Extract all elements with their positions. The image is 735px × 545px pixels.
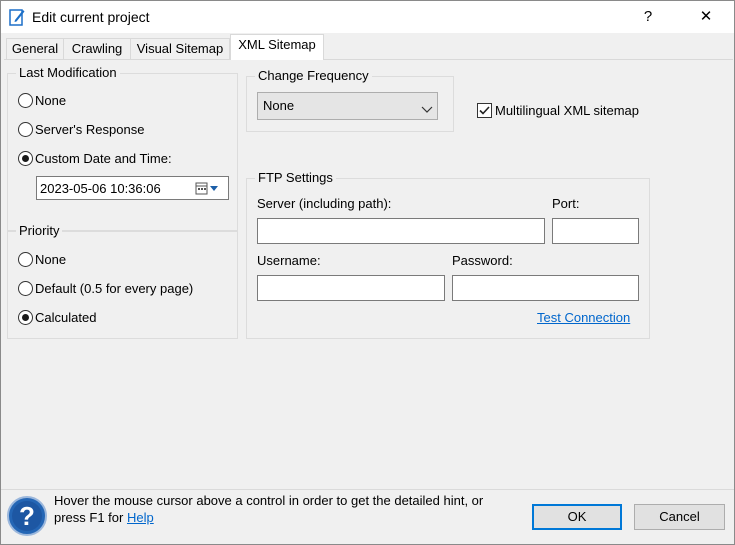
priority-none-radio[interactable]: None	[18, 250, 66, 268]
last-modification-group: Last Modification None Server's Response…	[7, 65, 238, 231]
question-mark-icon: ?	[643, 8, 653, 25]
server-input[interactable]	[257, 218, 545, 244]
ok-label: OK	[567, 509, 587, 524]
priority-default-radio[interactable]: Default (0.5 for every page)	[18, 279, 193, 297]
hint-line-2: press F1 for Help	[54, 510, 154, 525]
tab-crawling[interactable]: Crawling	[63, 38, 131, 59]
edit-icon	[9, 8, 25, 26]
tab-xml-sitemap[interactable]: XML Sitemap	[230, 34, 324, 60]
tab-label: Visual Sitemap	[136, 41, 224, 56]
svg-text:?: ?	[19, 501, 35, 531]
checkbox-box	[477, 102, 492, 118]
radio-label: Server's Response	[35, 121, 145, 137]
priority-calculated-radio[interactable]: Calculated	[18, 308, 96, 326]
lastmod-custom-datetime-radio[interactable]: Custom Date and Time:	[18, 149, 172, 167]
change-frequency-title: Change Frequency	[255, 68, 372, 84]
lastmod-server-response-radio[interactable]: Server's Response	[18, 120, 144, 138]
help-title-button[interactable]: ?	[625, 1, 671, 33]
radio-label: Default (0.5 for every page)	[35, 280, 194, 296]
password-label: Password:	[452, 253, 513, 268]
hint-text-2: press F1 for	[54, 510, 124, 525]
radio-label: Custom Date and Time:	[35, 150, 172, 166]
hint-line-1: Hover the mouse cursor above a control i…	[54, 493, 484, 508]
custom-datetime-picker[interactable]: 2023-05-06 10:36:06	[36, 176, 229, 200]
xml-sitemap-panel: Last Modification None Server's Response…	[4, 59, 733, 489]
help-link[interactable]: Help	[127, 510, 154, 525]
radio-circle	[18, 150, 33, 166]
tab-general[interactable]: General	[6, 38, 64, 59]
radio-circle	[18, 280, 33, 296]
help-question-icon: ?	[6, 495, 48, 537]
tab-visual-sitemap[interactable]: Visual Sitemap	[130, 38, 230, 59]
change-frequency-select[interactable]: None	[257, 92, 438, 120]
ok-button[interactable]: OK	[532, 504, 622, 530]
tab-label: XML Sitemap	[238, 37, 316, 52]
select-value: None	[263, 98, 295, 113]
datetime-value: 2023-05-06 10:36:06	[40, 181, 161, 196]
port-label: Port:	[552, 196, 580, 211]
priority-title: Priority	[16, 223, 63, 239]
username-input[interactable]	[257, 275, 445, 301]
edit-project-dialog: Edit current project ? ✕ General Crawlin…	[0, 0, 735, 545]
username-label: Username:	[257, 253, 321, 268]
test-connection-link[interactable]: Test Connection	[537, 310, 630, 325]
radio-label: None	[35, 251, 67, 267]
multilingual-checkbox[interactable]: Multilingual XML sitemap	[477, 101, 639, 119]
window-title: Edit current project	[32, 9, 150, 25]
cancel-label: Cancel	[659, 509, 700, 524]
ftp-settings-title: FTP Settings	[255, 170, 336, 186]
radio-label: Calculated	[35, 309, 97, 325]
chevron-down-icon	[421, 102, 433, 117]
radio-label: None	[35, 92, 67, 108]
close-button[interactable]: ✕	[683, 1, 729, 33]
checkbox-label: Multilingual XML sitemap	[495, 102, 640, 118]
lastmod-none-radio[interactable]: None	[18, 91, 66, 109]
ftp-settings-group: FTP Settings Server (including path): Po…	[246, 170, 650, 339]
radio-circle	[18, 251, 33, 267]
last-modification-title: Last Modification	[16, 65, 120, 81]
tab-container: General Crawling Visual Sitemap XML Site…	[1, 33, 734, 489]
calendar-dropdown-icon[interactable]	[195, 182, 225, 196]
cancel-button[interactable]: Cancel	[634, 504, 725, 530]
footer-bar: ? Hover the mouse cursor above a control…	[1, 489, 734, 544]
port-input[interactable]	[552, 218, 639, 244]
change-frequency-group: Change Frequency None	[246, 68, 454, 132]
close-icon: ✕	[699, 8, 713, 25]
server-label: Server (including path):	[257, 196, 392, 211]
title-bar: Edit current project ? ✕	[1, 1, 734, 33]
tab-label: Crawling	[71, 41, 123, 56]
radio-circle	[18, 309, 33, 325]
tab-label: General	[11, 41, 59, 56]
password-input[interactable]	[452, 275, 639, 301]
priority-group: Priority None Default (0.5 for every pag…	[7, 223, 238, 339]
radio-circle	[18, 92, 33, 108]
radio-circle	[18, 121, 33, 137]
